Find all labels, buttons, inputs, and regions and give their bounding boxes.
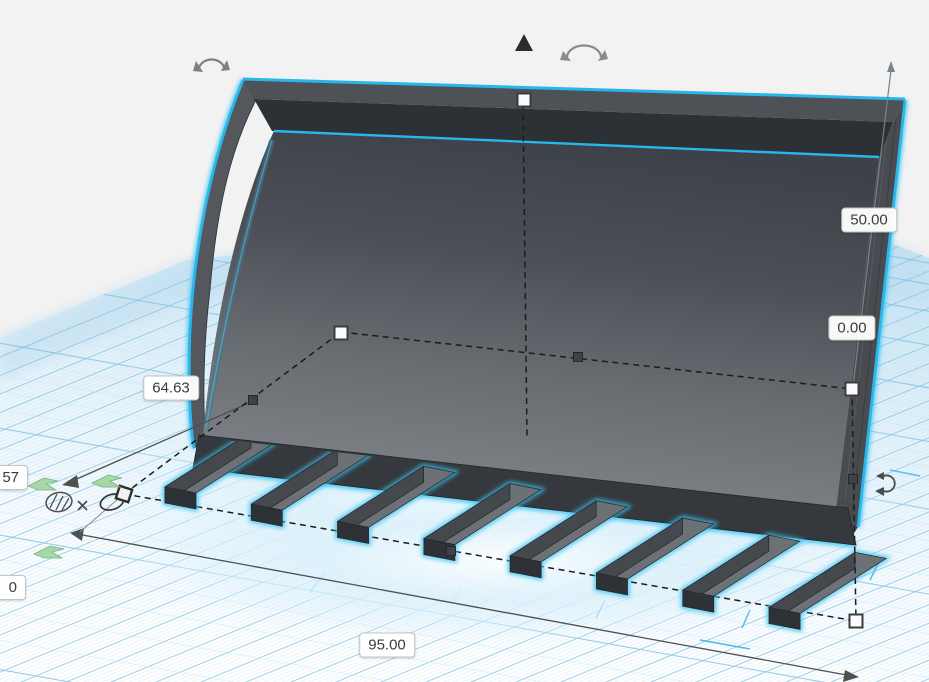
- mid-marker-front: [447, 547, 456, 556]
- ruler-label-left-partial[interactable]: 57: [0, 465, 28, 490]
- scale-handle-back-right[interactable]: [846, 383, 859, 396]
- mid-marker-back: [574, 353, 583, 362]
- ruler-origin-handle[interactable]: [116, 486, 132, 502]
- viewport-canvas[interactable]: [0, 0, 929, 682]
- ruler-label-bottom-partial[interactable]: 0: [0, 575, 26, 600]
- scale-handle-back-left[interactable]: [335, 327, 348, 340]
- dim-label-elevation[interactable]: 0.00: [828, 316, 875, 341]
- mid-marker-right: [849, 475, 858, 484]
- scale-handle-front-right[interactable]: [850, 615, 863, 628]
- mid-marker-left: [249, 396, 258, 405]
- viewport-3d[interactable]: 50.00 0.00 64.63 95.00 57 0: [0, 0, 929, 682]
- dim-label-height[interactable]: 50.00: [841, 208, 897, 233]
- dim-label-width[interactable]: 95.00: [359, 633, 415, 658]
- dim-label-depth[interactable]: 64.63: [143, 376, 199, 401]
- scale-handle-top[interactable]: [518, 94, 531, 107]
